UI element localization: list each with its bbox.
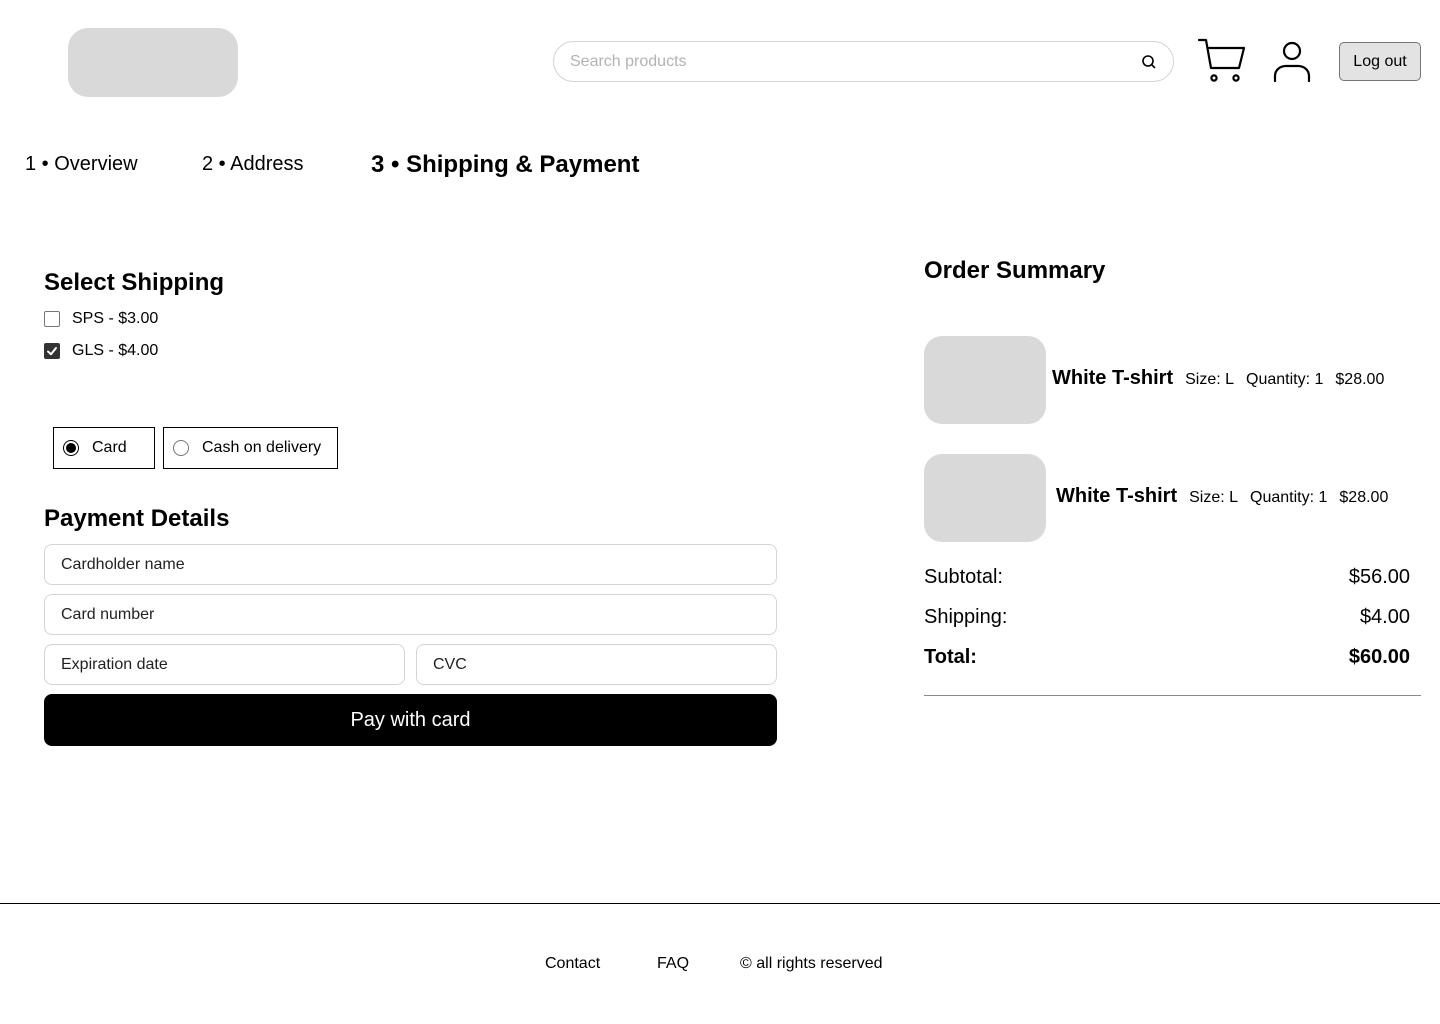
expiration-input[interactable] (45, 645, 404, 684)
item-quantity: Quantity: 1 (1246, 371, 1324, 388)
step-shipping-payment[interactable]: 3 • Shipping & Payment (371, 150, 639, 180)
footer-divider (0, 903, 1440, 904)
pay-with-card-button[interactable]: Pay with card (44, 694, 777, 746)
item-price: $28.00 (1339, 489, 1389, 506)
cvc-field[interactable] (416, 644, 777, 685)
cardholder-input[interactable] (45, 545, 776, 584)
payment-method-label: Cash on delivery (202, 439, 322, 456)
order-summary-title: Order Summary (924, 257, 1106, 284)
radio[interactable] (173, 440, 189, 456)
item-size: Size: L (1185, 371, 1235, 388)
subtotal-label: Subtotal: (924, 566, 1003, 588)
checkbox-checked[interactable] (44, 343, 60, 359)
step-address[interactable]: 2 • Address (202, 151, 304, 177)
user-icon[interactable] (1272, 40, 1312, 82)
item-quantity: Quantity: 1 (1250, 489, 1328, 506)
expiration-field[interactable] (44, 644, 405, 685)
item-price: $28.00 (1335, 371, 1385, 388)
item-size: Size: L (1189, 489, 1239, 506)
shipping-option-gls[interactable]: GLS - $4.00 (44, 341, 158, 361)
summary-item: White T-shirt Size: L Quantity: 1 $28.00 (1052, 367, 1384, 390)
total-value: $60.00 (1348, 646, 1410, 668)
payment-method-label: Card (92, 439, 127, 456)
footer-copyright: © all rights reserved (740, 955, 883, 972)
step-overview[interactable]: 1 • Overview (25, 151, 138, 177)
shipping-option-label: GLS - $4.00 (72, 342, 159, 359)
summary-divider (924, 695, 1421, 696)
check-icon (47, 347, 57, 356)
total-row: Total: $60.00 (924, 645, 1410, 669)
radio-selected[interactable] (63, 440, 79, 456)
card-number-input[interactable] (45, 595, 776, 634)
subtotal-value: $56.00 (1348, 566, 1410, 588)
checkbox[interactable] (44, 311, 60, 327)
cart-icon[interactable] (1196, 36, 1246, 84)
shipping-option-sps[interactable]: SPS - $3.00 (44, 309, 158, 329)
footer-faq-link[interactable]: FAQ (657, 954, 689, 974)
logo-placeholder[interactable] (68, 28, 238, 97)
total-label: Total: (924, 646, 977, 668)
search-bar[interactable] (553, 41, 1174, 82)
logout-button[interactable]: Log out (1339, 42, 1421, 81)
card-number-field[interactable] (44, 594, 777, 635)
shipping-title: Select Shipping (44, 269, 225, 296)
item-name[interactable]: White T-shirt (1056, 485, 1177, 508)
footer-contact-link[interactable]: Contact (545, 954, 600, 974)
shipping-option-label: SPS - $3.00 (72, 310, 159, 327)
shipping-row: Shipping: $4.00 (924, 605, 1410, 629)
payment-method-card[interactable]: Card (53, 427, 155, 469)
summary-item: White T-shirt Size: L Quantity: 1 $28.00 (1056, 485, 1388, 508)
cvc-input[interactable] (417, 645, 776, 684)
item-name[interactable]: White T-shirt (1052, 367, 1173, 390)
cardholder-field[interactable] (44, 544, 777, 585)
product-image[interactable] (924, 454, 1046, 542)
product-image[interactable] (924, 336, 1046, 424)
payment-details-title: Payment Details (44, 505, 230, 532)
search-input[interactable] (570, 42, 1130, 81)
subtotal-row: Subtotal: $56.00 (924, 565, 1410, 589)
shipping-label: Shipping: (924, 606, 1008, 628)
search-icon[interactable] (1141, 54, 1157, 70)
shipping-value: $4.00 (1359, 606, 1410, 628)
payment-method-cash[interactable]: Cash on delivery (163, 427, 338, 469)
